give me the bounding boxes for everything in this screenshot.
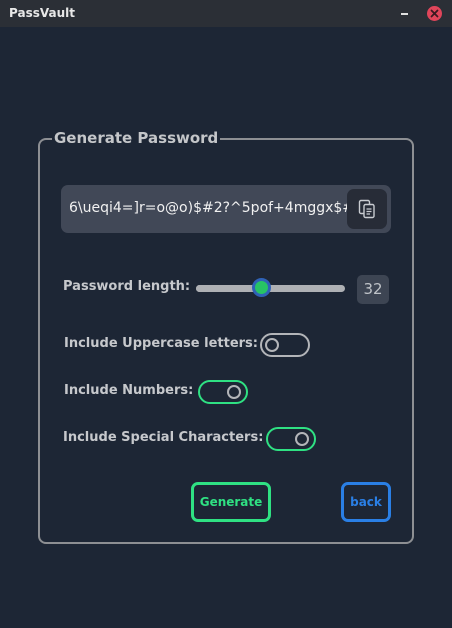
title-bar: PassVault [0,0,452,27]
copy-icon [358,199,375,219]
minimize-icon [401,13,408,15]
length-value: 32 [357,275,389,304]
numbers-label: Include Numbers: [64,383,194,398]
uppercase-toggle[interactable] [260,333,310,357]
password-length-label: Password length: [63,279,191,294]
toggle-knob [227,385,241,399]
copy-button[interactable] [347,189,387,229]
toggle-knob [295,432,309,446]
numbers-toggle[interactable] [198,380,248,404]
window-title: PassVault [9,6,75,20]
back-button[interactable]: back [341,482,391,522]
generate-button[interactable]: Generate [191,482,271,522]
special-characters-label: Include Special Characters: [63,430,264,445]
password-text: 6\ueqi4=]r=o@o)$#2?^5pof+4mggx$# [69,200,355,216]
close-button[interactable] [427,6,442,21]
minimize-button[interactable] [398,5,412,21]
length-slider-handle[interactable] [252,278,272,297]
close-icon [430,9,439,18]
group-title: Generate Password [52,129,221,147]
toggle-knob [265,338,279,352]
special-characters-toggle[interactable] [266,427,316,451]
uppercase-label: Include Uppercase letters: [64,336,258,351]
